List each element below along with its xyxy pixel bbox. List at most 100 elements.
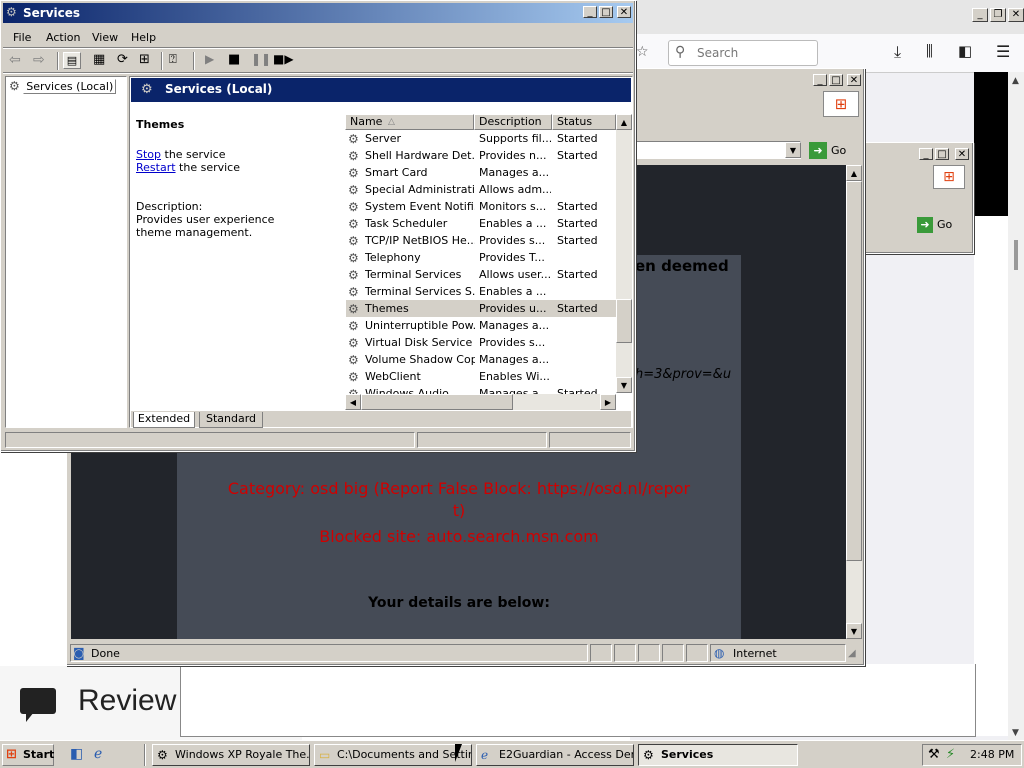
ie2-address-dropdown[interactable] [891,216,907,232]
menu-action[interactable]: Action [46,31,80,44]
service-row[interactable]: ⚙ Shell Hardware Det... Provides n... Start… [346,147,616,164]
ie2-close-button[interactable]: ✕ [955,148,969,160]
service-row[interactable]: ⚙ WebClient Enables Wi... [346,368,616,385]
services-close-button[interactable]: ✕ [617,6,631,18]
service-row[interactable]: ⚙ Special Administrati... Allows adm... [346,181,616,198]
firefox-search-box[interactable]: ⚲ Search [668,40,818,66]
list-scroll-h-thumb[interactable] [361,394,513,410]
firefox-restore-button[interactable]: ❐ [990,8,1006,22]
sidebar-icon[interactable]: ◧ [958,42,972,60]
list-scroll-right[interactable]: ▶ [600,394,616,410]
menu-file[interactable]: File [13,31,31,44]
firefox-scrollbar[interactable] [1008,72,1024,740]
tab-standard[interactable]: Standard [199,412,263,428]
list-scroll-up[interactable]: ▲ [616,114,632,130]
ie-close-button[interactable]: ✕ [847,74,861,86]
help-icon[interactable]: ⍰ [169,52,177,67]
tree-item-services-local[interactable]: ⚙ Services (Local) [9,79,117,94]
menu-help[interactable]: Help [131,31,156,44]
tray-tools-icon[interactable]: ⚒ [928,747,940,762]
library-icon[interactable]: ⫼ [926,42,933,60]
ie-address-dropdown[interactable]: ▼ [785,142,801,158]
col-header-status[interactable]: Status [552,114,616,130]
services-minimize-button[interactable]: _ [583,6,597,18]
ie2-maximize-button[interactable]: □ [935,148,949,160]
service-row[interactable]: ⚙ Volume Shadow Copy Manages a... [346,351,616,368]
blocked-site[interactable]: Blocked site: auto.search.msn.com [177,527,741,546]
tab-extended[interactable]: Extended [133,412,195,428]
list-scroll-left[interactable]: ◀ [345,394,361,410]
clock[interactable]: 2:48 PM [970,748,1014,761]
ie-status-panel-main: ◙ Done [70,644,588,662]
stop-link[interactable]: Stop [136,148,161,161]
ie2-windows-logo: ⊞ [933,165,965,189]
quicklaunch-desktop-icon[interactable]: ◧ [70,746,83,762]
list-scroll-down[interactable]: ▼ [616,377,632,393]
start-button[interactable]: ⊞ Start [2,744,54,766]
task-button-xp-royale[interactable]: ⚙ Windows XP Royale The... [152,744,310,766]
restart-service-icon[interactable]: ■▶ [273,52,294,66]
service-name: Shell Hardware Det... [365,149,475,162]
task-button-services[interactable]: ⚙ Services [638,744,798,766]
gear-icon: ⚙ [348,234,359,248]
list-scroll-thumb[interactable] [616,299,632,343]
properties-icon[interactable]: ▦ [93,52,105,67]
service-row[interactable]: ⚙ Themes Provides u... Started [346,300,616,317]
service-row[interactable]: ⚙ Windows Audio Manages a... Started [346,385,616,394]
ie-minimize-button[interactable]: _ [813,74,827,86]
ie-scroll-down[interactable]: ▼ [846,623,862,639]
service-row[interactable]: ⚙ Smart Card Manages a... [346,164,616,181]
service-row[interactable]: ⚙ TCP/IP NetBIOS He... Provides s... Starte… [346,232,616,249]
firefox-scroll-thumb[interactable] [1014,240,1018,270]
service-row[interactable]: ⚙ Server Supports fil... Started [346,130,616,147]
tray-network-icon[interactable]: ⚡ [946,747,955,762]
pause-service-icon[interactable]: ❚❚ [251,52,271,66]
ie-scroll-thumb[interactable] [846,181,862,561]
ie2-minimize-button[interactable]: _ [919,148,933,160]
service-row[interactable]: ⚙ System Event Notifi... Monitors s... Star… [346,198,616,215]
service-status: Started [557,149,598,162]
download-icon[interactable]: ⤓ [894,42,901,62]
service-row[interactable]: ⚙ Terminal Services S... Enables a ... [346,283,616,300]
firefox-scroll-down[interactable]: ▼ [1012,728,1019,738]
forward-icon[interactable]: ⇨ [33,52,45,68]
stop-service-icon[interactable]: ■ [228,52,240,67]
firefox-close-button[interactable]: ✕ [1008,8,1024,22]
export-list-icon[interactable]: ⊞ [139,52,150,67]
start-label: Start [23,748,55,761]
pane-header-title: Services (Local) [165,82,273,96]
service-row[interactable]: ⚙ Uninterruptible Pow... Manages a... [346,317,616,334]
restart-link[interactable]: Restart [136,161,176,174]
gear-icon: ⚙ [643,748,654,762]
back-icon[interactable]: ⇦ [9,52,21,68]
col-header-description[interactable]: Description [474,114,552,130]
list-scrollbar-v[interactable] [616,114,632,393]
firefox-minimize-button[interactable]: _ [972,8,988,22]
services-titlebar[interactable]: ⚙ Services [3,3,633,23]
service-row[interactable]: ⚙ Terminal Services Allows user... Started [346,266,616,283]
task-button-documents[interactable]: ▭ C:\Documents and Settin... [314,744,472,766]
service-description: Provides s... [479,234,546,247]
service-row[interactable]: ⚙ Virtual Disk Service Provides s... [346,334,616,351]
firefox-scroll-up[interactable]: ▲ [1012,76,1019,86]
refresh-icon[interactable]: ⟳ [117,52,128,67]
ie-scroll-up[interactable]: ▲ [846,165,862,181]
bookmark-star-icon[interactable]: ☆ [636,44,649,60]
quicklaunch-ie-icon[interactable]: ℯ [94,746,102,762]
ie2-go-label[interactable]: Go [937,218,952,231]
start-service-icon[interactable]: ▶ [205,52,214,66]
service-row[interactable]: ⚙ Telephony Provides T... [346,249,616,266]
services-maximize-button[interactable]: □ [599,6,613,18]
ie-maximize-button[interactable]: □ [829,74,843,86]
ie-address-bar[interactable] [627,141,801,159]
resize-grip-icon[interactable]: ◢ [848,648,856,659]
service-row[interactable]: ⚙ Task Scheduler Enables a ... Started [346,215,616,232]
ie-go-label[interactable]: Go [831,144,846,157]
ie-go-icon[interactable]: ➜ [809,142,827,159]
show-hide-tree-icon[interactable]: ▤ [63,52,81,69]
ie2-go-icon[interactable]: ➜ [917,217,933,233]
menu-icon[interactable]: ☰ [996,42,1010,61]
task-button-e2guardian[interactable]: ℯ E2Guardian - Access Den... [476,744,634,766]
menu-view[interactable]: View [92,31,118,44]
col-header-name[interactable]: Name △ [345,114,474,130]
